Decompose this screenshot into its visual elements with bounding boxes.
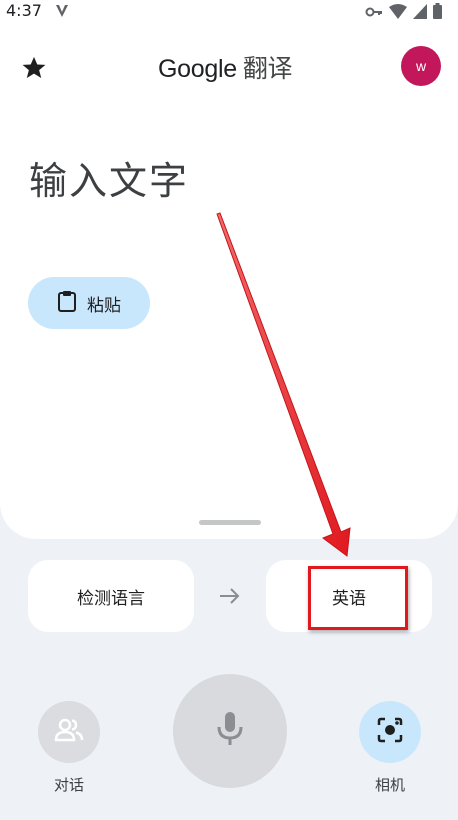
microphone-icon [215,711,245,751]
conversation-label: 对话 [53,776,84,794]
clipboard-icon [57,290,77,317]
camera-label: 相机 [374,776,405,794]
saved-star-icon[interactable] [20,54,48,82]
status-icons [365,3,442,23]
wifi-icon [389,3,407,23]
arrow-right-icon[interactable] [218,584,242,612]
app-title: Google 翻译 [158,49,293,85]
signal-icon [413,3,427,23]
camera-button[interactable] [359,701,421,763]
vpn-v-icon [54,3,70,23]
drag-handle[interactable] [199,520,261,525]
avatar-letter: w [415,58,427,74]
people-icon [54,718,84,746]
account-avatar[interactable]: w [401,46,441,86]
source-text-input[interactable]: 输入文字 [29,150,189,205]
app-title-suffix: 翻译 [242,54,293,83]
app-title-brand: Google [158,55,237,83]
status-bar: 4:37 [0,0,458,24]
source-language-button[interactable]: 检测语言 [28,560,194,632]
input-panel: Google 翻译 w 输入文字 粘贴 [0,0,458,539]
key-icon [365,4,383,23]
conversation-button[interactable] [38,701,100,763]
annotation-highlight-box [308,566,408,630]
battery-icon [433,3,442,23]
source-language-label: 检测语言 [77,588,145,609]
paste-button[interactable]: 粘贴 [28,277,150,329]
microphone-button[interactable] [173,674,287,788]
paste-label: 粘贴 [87,295,121,316]
status-time: 4:37 [6,1,42,20]
camera-lens-icon [377,717,403,747]
